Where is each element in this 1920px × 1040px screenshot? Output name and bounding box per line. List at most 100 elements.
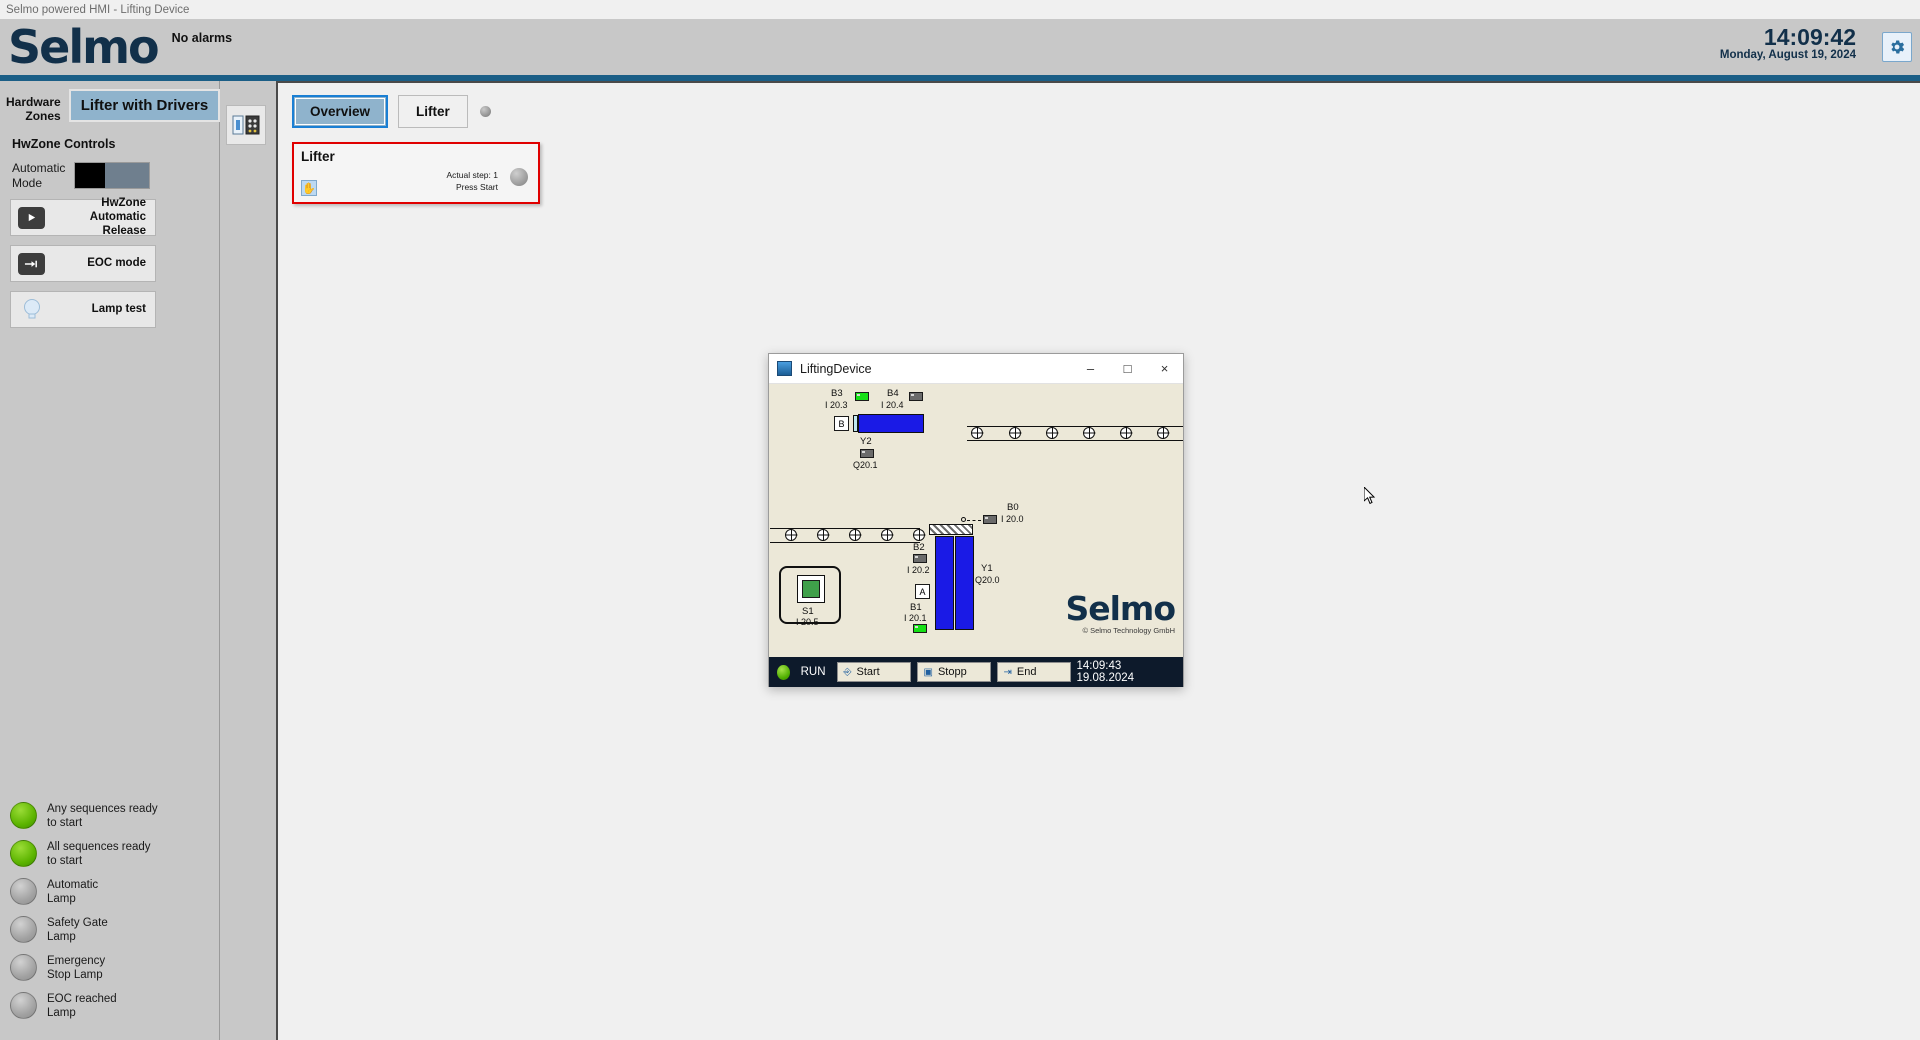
conveyor-roller <box>913 529 925 541</box>
lamp-test-label: Lamp test <box>91 302 146 315</box>
status-lamp-indicator <box>10 802 37 830</box>
filmstrip-icon <box>777 361 792 376</box>
status-lamp-label-line1: Automatic <box>47 878 99 891</box>
status-lamp-row: All sequences ready to start <box>10 840 219 868</box>
hmi-panel-icon-button[interactable] <box>226 105 266 145</box>
os-window-titlebar: Selmo powered HMI - Lifting Device <box>0 0 1920 19</box>
status-lamp-label-line1: Safety Gate <box>47 916 108 929</box>
automatic-mode-toggle[interactable] <box>74 162 150 190</box>
io-address-b4: I 20.4 <box>881 400 904 410</box>
status-lamp-indicator <box>10 992 37 1020</box>
app-header: Selmo No alarms 14:09:42 Monday, August … <box>0 19 1920 75</box>
status-lamp-label: Automatic Lamp <box>47 878 98 906</box>
control-panel-icon <box>232 115 260 135</box>
selmo-logo: Selmo <box>8 20 160 74</box>
status-lamp-label: Any sequences ready to start <box>47 802 158 830</box>
sidebar: Hardware Zones Lifter with Drivers HwZon… <box>0 81 221 1040</box>
cylinder-horizontal <box>858 414 924 433</box>
conveyor-roller <box>1046 427 1058 439</box>
conveyor-roller <box>1083 427 1095 439</box>
hwzone-controls-title: HwZone Controls <box>12 137 116 152</box>
sim-start-button[interactable]: ⎆ Start <box>836 662 911 682</box>
io-indicator-b4 <box>909 392 923 401</box>
status-lamp-label-line2: to start <box>47 816 83 829</box>
header-date: Monday, August 19, 2024 <box>1719 49 1856 62</box>
header-clock: 14:09:42 Monday, August 19, 2024 <box>1720 25 1856 61</box>
position-marker-b: B <box>834 416 849 431</box>
play-icon <box>18 206 45 229</box>
sensor-target-b0 <box>961 517 966 522</box>
close-icon[interactable]: × <box>1146 354 1183 384</box>
tab-overview[interactable]: Overview <box>292 95 389 128</box>
cylinder-vertical-right <box>955 536 974 630</box>
eoc-mode-label: EOC mode <box>87 256 146 269</box>
settings-button[interactable] <box>1882 32 1912 62</box>
alarm-status-text: No alarms <box>171 31 233 45</box>
device-card-step-line2: Press Start <box>455 182 498 193</box>
status-lamp-row: Automatic Lamp <box>10 878 219 906</box>
status-lamp-label-line1: Any sequences ready <box>47 802 158 815</box>
status-lamp-label: Safety Gate Lamp <box>47 916 108 944</box>
io-address-b2: I 20.2 <box>907 565 930 575</box>
hwzone-automatic-release-line2: Automatic Release <box>89 210 146 237</box>
io-label-b1: B1 <box>910 602 922 613</box>
status-lamp-label: All sequences ready to start <box>47 840 151 868</box>
minimize-icon[interactable]: – <box>1072 354 1109 384</box>
sim-clock: 14:09:43 19.08.2024 <box>1077 660 1178 684</box>
automatic-mode-label: Automatic Mode <box>12 161 74 190</box>
io-label-b0: B0 <box>1007 502 1019 513</box>
device-card-step-line1: Actual step: 1 <box>446 170 498 180</box>
sim-statusbar: RUN ⎆ Start ▣ Stopp ⇥ End 14:09:43 19.08… <box>769 657 1183 687</box>
machine-diagram: B3 I 20.3 B4 I 20.4 B Y2 Q20.1 B0 I 20.0… <box>769 384 1183 657</box>
conveyor-upper <box>967 426 1183 441</box>
start-icon: ⎆ <box>843 666 852 678</box>
hand-icon[interactable]: ✋ <box>301 180 317 196</box>
conveyor-roller <box>817 529 829 541</box>
status-lamp-row: Safety Gate Lamp <box>10 916 219 944</box>
status-lamp-row: Emergency Stop Lamp <box>10 954 219 982</box>
end-of-cycle-icon <box>18 252 45 275</box>
status-lamp-label: EOC reached Lamp <box>47 992 117 1020</box>
conveyor-roller <box>971 427 983 439</box>
status-lamp-label-line1: EOC reached <box>47 992 117 1005</box>
lifting-device-window[interactable]: LiftingDevice – □ × B3 I 20.3 B4 I 20.4 <box>768 353 1184 687</box>
main-area: Overview Lifter Lifter ✋ Actual step: 1 … <box>220 81 1920 1040</box>
status-lamp-label-line2: to start <box>47 854 83 867</box>
maximize-icon[interactable]: □ <box>1109 354 1146 384</box>
automatic-mode-label-line1: Automatic <box>12 161 66 176</box>
hardware-zones-label-line1: Hardware <box>6 95 61 109</box>
sim-stop-button[interactable]: ▣ Stopp <box>916 662 991 682</box>
io-label-y1: Y1 <box>981 563 993 574</box>
zone-tab-lifter-with-drivers[interactable]: Lifter with Drivers <box>68 89 221 122</box>
hwzone-automatic-release-label: HwZone Automatic Release <box>45 197 155 238</box>
sim-window-title: LiftingDevice <box>800 361 872 376</box>
status-lamp-label-line1: Emergency <box>47 954 106 967</box>
io-indicator-b3 <box>855 392 869 401</box>
lamp-test-button[interactable]: Lamp test <box>10 291 156 329</box>
status-lamp-label-line2: Lamp <box>47 892 76 905</box>
position-marker-a: A <box>915 584 930 599</box>
io-label-y2: Y2 <box>860 436 872 447</box>
status-lamp-indicator <box>10 916 37 944</box>
lift-platform <box>929 524 973 535</box>
conveyor-roller <box>881 529 893 541</box>
automatic-mode-label-line2: Mode <box>12 175 43 190</box>
sim-end-button[interactable]: ⇥ End <box>996 662 1071 682</box>
header-time: 14:09:42 <box>1763 24 1856 50</box>
device-card-lifter[interactable]: Lifter ✋ Actual step: 1 Press Start <box>292 142 540 204</box>
io-label-s1: S1 <box>802 606 814 617</box>
end-icon: ⇥ <box>1003 666 1012 678</box>
io-address-y2: Q20.1 <box>853 460 878 470</box>
conveyor-roller <box>1120 427 1132 439</box>
tab-lifter[interactable]: Lifter <box>398 95 468 128</box>
sim-selmo-logo: Selmo <box>1065 589 1176 628</box>
hwzone-automatic-release-button[interactable]: HwZone Automatic Release <box>10 197 156 238</box>
automatic-mode-toggle-knob <box>75 163 105 189</box>
sim-copyright-text: © Selmo Technology GmbH <box>1082 626 1175 635</box>
io-address-y1: Q20.0 <box>975 575 1000 585</box>
io-indicator-y2 <box>860 449 874 458</box>
status-lamp-label-line1: All sequences ready <box>47 840 151 853</box>
eoc-mode-button[interactable]: EOC mode <box>10 245 156 283</box>
sim-window-titlebar[interactable]: LiftingDevice – □ × <box>769 354 1183 384</box>
content-panel: Overview Lifter Lifter ✋ Actual step: 1 … <box>276 81 1920 1040</box>
